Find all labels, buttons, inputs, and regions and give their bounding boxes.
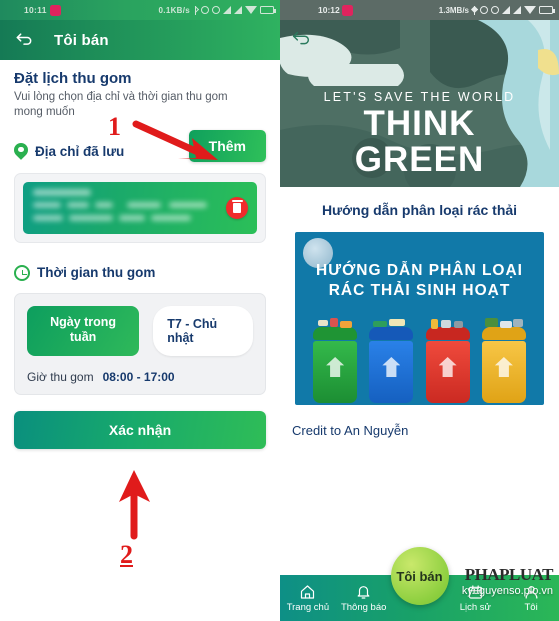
- collection-time-card: Ngày trong tuần T7 - Chủ nhật Giờ thu go…: [14, 292, 266, 395]
- trash-icon: [231, 199, 243, 213]
- annotation-step-1: 1: [108, 112, 121, 141]
- collection-hours-label: Giờ thu gom: [27, 369, 94, 384]
- nav-item-notifications[interactable]: Thông báo: [336, 584, 392, 613]
- recycle-bin: [369, 319, 414, 403]
- hero-banner: LET'S SAVE THE WORLD THINK GREEN: [280, 20, 559, 187]
- nav-label-profile: Tôi: [524, 601, 538, 613]
- status-icons: 0.1KB/s: [158, 5, 276, 15]
- status-bar-right: 10:12 1.3MB/s: [280, 0, 559, 20]
- waste-sorting-poster[interactable]: HƯỚNG DẪN PHÂN LOẠI RÁC THẢI SINH HOẠT: [295, 232, 544, 405]
- section-title: Đặt lịch thu gom: [14, 70, 132, 87]
- status-bar-left: 10:11 0.1KB/s: [0, 0, 280, 20]
- bin-row: [295, 303, 544, 403]
- saved-address-label: Địa chỉ đã lưu: [35, 144, 125, 160]
- bluetooth-icon: [472, 5, 477, 15]
- chip-weekday[interactable]: Ngày trong tuần: [27, 305, 140, 356]
- left-phone-screen: 10:11 0.1KB/s Tôi bán Đặt lịch thu gom V…: [0, 0, 280, 621]
- hero-subtitle: LET'S SAVE THE WORLD: [323, 90, 516, 104]
- hazardous-bin: [425, 319, 470, 403]
- dual-screenshot: 10:11 0.1KB/s Tôi bán Đặt lịch thu gom V…: [0, 0, 559, 621]
- watermark-url: kynguyenso.plo.vn: [461, 585, 553, 597]
- nav-label-home: Trang chủ: [286, 601, 330, 613]
- app-bar-left: Tôi bán: [0, 20, 280, 60]
- back-arrow-icon[interactable]: [14, 30, 34, 50]
- collection-time-label: Thời gian thu gom: [37, 265, 156, 281]
- gear-icon: [480, 6, 488, 14]
- watermark-logo: PHAPLUAT: [464, 565, 554, 584]
- status-clock: 10:12: [318, 5, 340, 15]
- day-type-chips: Ngày trong tuần T7 - Chủ nhật: [27, 305, 253, 356]
- saved-address-item[interactable]: [23, 181, 257, 234]
- status-clock: 10:11: [24, 5, 47, 15]
- location-pin-icon: [11, 139, 31, 161]
- credit-text: Credit to An Nguyễn: [292, 423, 409, 438]
- collection-time-label-row: Thời gian thu gom: [14, 264, 266, 281]
- signal-icon: [513, 6, 521, 14]
- back-arrow-icon[interactable]: [290, 28, 312, 50]
- signal-icon: [502, 6, 510, 14]
- left-content: Đặt lịch thu gom Vui lòng chọn địa chỉ v…: [0, 60, 280, 449]
- collection-hours-row: Giờ thu gom 08:00 - 17:00: [27, 370, 253, 384]
- status-icons: 1.3MB/s: [438, 5, 555, 15]
- poster-heading-line-2: RÁC THẢI SINH HOẠT: [328, 282, 511, 299]
- nav-item-home[interactable]: Trang chủ: [280, 584, 336, 613]
- annotation-step-2: 2: [120, 540, 133, 569]
- notification-badge-icon: [342, 4, 353, 16]
- watermark: PHAPLUAT kynguyenso.plo.vn: [461, 565, 554, 597]
- hero-line-1: THINK: [363, 104, 476, 143]
- gear-icon: [201, 6, 209, 14]
- saved-address-card[interactable]: [14, 172, 266, 243]
- home-icon: [299, 584, 316, 600]
- battery-icon: [539, 6, 555, 14]
- delete-address-button[interactable]: [226, 196, 248, 219]
- nav-label-history: Lịch sử: [459, 601, 491, 613]
- notification-badge-icon: [50, 4, 61, 16]
- other-bin: [481, 318, 526, 403]
- alarm-icon: [212, 6, 220, 14]
- wifi-icon: [524, 6, 536, 14]
- guide-title: Hướng dẫn phân loại rác thải: [321, 202, 518, 218]
- data-speed-label: 1.3MB/s: [438, 5, 469, 15]
- organic-bin: [313, 318, 358, 403]
- sell-fab-button[interactable]: Tôi bán: [390, 547, 449, 605]
- collection-hours-value: 08:00 - 17:00: [102, 369, 175, 384]
- bluetooth-icon: [193, 5, 198, 15]
- hero-line-2: GREEN: [354, 140, 485, 179]
- page-title: Tôi bán: [54, 31, 109, 49]
- battery-icon: [260, 6, 276, 14]
- add-address-button[interactable]: Thêm: [188, 130, 266, 162]
- right-phone-screen: 10:12 1.3MB/s LET'S SAVE THE WORLD THINK…: [280, 0, 559, 621]
- signal-icon: [223, 6, 231, 14]
- clock-icon: [14, 264, 30, 281]
- confirm-button[interactable]: Xác nhận: [14, 410, 266, 449]
- data-speed-label: 0.1KB/s: [158, 5, 190, 15]
- nav-label-notifications: Thông báo: [340, 601, 387, 613]
- section-subtitle: Vui lòng chọn địa chỉ và thời gian thu g…: [14, 91, 228, 119]
- chip-weekend[interactable]: T7 - Chủ nhật: [153, 305, 253, 356]
- alarm-icon: [491, 6, 499, 14]
- signal-icon: [234, 6, 242, 14]
- poster-heading-line-1: HƯỚNG DẪN PHÂN LOẠI: [316, 262, 523, 279]
- annotation-arrow-2: [119, 470, 150, 540]
- bell-icon: [355, 584, 372, 600]
- wifi-icon: [245, 6, 257, 14]
